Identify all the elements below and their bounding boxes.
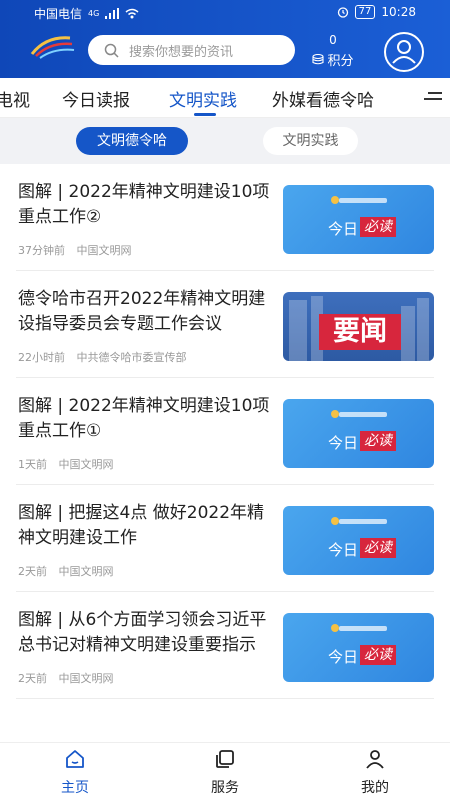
news-source: 中共德令哈市委宣传部	[76, 351, 187, 364]
bottom-nav-service[interactable]: 服务	[195, 749, 255, 797]
news-meta: 1天前 中国文明网	[18, 456, 114, 472]
thumb-building	[401, 306, 415, 361]
thumb-building	[289, 300, 307, 361]
news-meta: 37分钟前 中国文明网	[18, 242, 132, 258]
news-source: 中国文明网	[58, 565, 114, 578]
search-bar[interactable]: 搜索你想要的资讯	[88, 35, 295, 65]
news-title: 图解 | 2022年精神文明建设10项重点工作①	[18, 396, 270, 441]
wifi-icon	[125, 8, 139, 19]
news-source: 中国文明网	[76, 244, 132, 257]
subtabs-bar: 文明德令哈 文明实践	[0, 118, 450, 164]
thumb-day-label: 今日	[328, 220, 359, 238]
tab-civilization-practice[interactable]: 文明实践	[169, 86, 237, 111]
news-meta: 22小时前 中共德令哈市委宣传部	[18, 349, 187, 365]
carrier-label: 中国电信	[34, 7, 83, 21]
news-item[interactable]: 图解 | 2022年精神文明建设10项重点工作② 37分钟前 中国文明网 今日 …	[16, 164, 434, 271]
news-time: 22小时前	[18, 351, 65, 364]
tabs-menu-button[interactable]	[420, 90, 442, 106]
thumb-logo-bar	[339, 412, 387, 417]
news-title: 图解 | 2022年精神文明建设10项重点工作②	[18, 182, 270, 227]
news-source: 中国文明网	[58, 458, 114, 471]
news-time: 37分钟前	[18, 244, 65, 257]
avatar-button[interactable]	[384, 32, 424, 72]
bottom-nav-mine-label: 我的	[361, 780, 389, 796]
thumb-read-badge: 必读	[360, 431, 396, 451]
thumb-logo-bar	[339, 198, 387, 203]
home-icon	[66, 750, 84, 768]
subtab-civilized-delingha[interactable]: 文明德令哈	[76, 127, 188, 155]
search-icon	[104, 43, 119, 58]
news-item[interactable]: 图解 | 从6个方面学习领会习近平总书记对精神文明建设重要指示 2天前 中国文明…	[16, 592, 434, 699]
menu-line	[428, 92, 442, 94]
thumb-logo-icon	[331, 196, 339, 204]
status-left: 中国电信 4G	[34, 5, 139, 22]
thumb-logo-bar	[339, 626, 387, 631]
signal-icon	[105, 8, 120, 19]
news-source: 中国文明网	[58, 672, 114, 685]
thumb-read-badge: 必读	[360, 538, 396, 558]
news-title: 图解 | 从6个方面学习领会习近平总书记对精神文明建设重要指示	[18, 610, 267, 655]
bottom-nav-service-label: 服务	[211, 780, 239, 796]
news-time: 2天前	[18, 565, 47, 578]
thumb-logo-icon	[331, 410, 339, 418]
user-avatar-icon	[392, 40, 416, 64]
news-meta: 2天前 中国文明网	[18, 563, 114, 579]
thumb-building	[417, 298, 429, 361]
tab-tv[interactable]: 电视	[0, 86, 30, 111]
news-thumbnail: 今日 必读	[283, 506, 434, 575]
news-thumbnail: 要闻	[283, 292, 434, 361]
news-title: 图解 | 把握这4点 做好2022年精神文明建设工作	[18, 503, 265, 548]
thumb-logo-icon	[331, 624, 339, 632]
active-tab-indicator	[194, 113, 216, 116]
network-label: 4G	[88, 9, 100, 18]
news-item[interactable]: 德令哈市召开2022年精神文明建设指导委员会专题工作会议 22小时前 中共德令哈…	[16, 271, 434, 378]
battery-indicator: 77	[354, 5, 376, 19]
search-placeholder: 搜索你想要的资讯	[129, 44, 234, 60]
news-title: 德令哈市召开2022年精神文明建设指导委员会专题工作会议	[18, 289, 266, 334]
thumb-headline-badge: 要闻	[319, 314, 401, 350]
thumb-day-label: 今日	[328, 434, 359, 452]
status-time: 10:28	[381, 5, 416, 19]
bottom-nav-mine[interactable]: 我的	[345, 749, 405, 797]
subtab-civilization-practice[interactable]: 文明实践	[263, 127, 358, 155]
bottom-nav-home-label: 主页	[61, 780, 89, 796]
news-time: 1天前	[18, 458, 47, 471]
points-value: 0	[329, 33, 337, 47]
menu-line	[424, 98, 442, 100]
bottom-nav-home[interactable]: 主页	[45, 749, 105, 797]
tab-today-newspaper[interactable]: 今日读报	[62, 86, 130, 111]
tab-foreign-media[interactable]: 外媒看德令哈	[272, 86, 374, 111]
thumb-day-label: 今日	[328, 541, 359, 559]
app-header: 中国电信 4G 77 10:28 搜索你想要的资讯 0 积分	[0, 0, 450, 78]
thumb-logo-icon	[331, 517, 339, 525]
coins-icon	[312, 54, 325, 65]
thumb-day-label: 今日	[328, 648, 359, 666]
app-logo[interactable]	[26, 32, 78, 68]
thumb-logo-bar	[339, 519, 387, 524]
thumb-read-badge: 必读	[360, 645, 396, 665]
news-meta: 2天前 中国文明网	[18, 670, 114, 686]
points-label: 积分	[327, 54, 354, 69]
category-tabs: 电视 今日读报 文明实践 外媒看德令哈	[0, 78, 450, 118]
news-item[interactable]: 图解 | 把握这4点 做好2022年精神文明建设工作 2天前 中国文明网 今日 …	[16, 485, 434, 592]
news-thumbnail: 今日 必读	[283, 399, 434, 468]
news-thumbnail: 今日 必读	[283, 185, 434, 254]
points-widget[interactable]: 0 积分	[308, 33, 358, 69]
status-right: 77 10:28	[337, 5, 416, 19]
bottom-nav: 主页 服务 我的	[0, 742, 450, 800]
thumb-read-badge: 必读	[360, 217, 396, 237]
service-icon	[216, 750, 234, 768]
alarm-icon	[337, 7, 348, 18]
status-bar: 中国电信 4G 77 10:28	[0, 0, 450, 26]
news-thumbnail: 今日 必读	[283, 613, 434, 682]
user-icon	[366, 750, 384, 769]
logo-icon	[30, 36, 75, 59]
news-item[interactable]: 图解 | 2022年精神文明建设10项重点工作① 1天前 中国文明网 今日 必读	[16, 378, 434, 485]
news-time: 2天前	[18, 672, 47, 685]
